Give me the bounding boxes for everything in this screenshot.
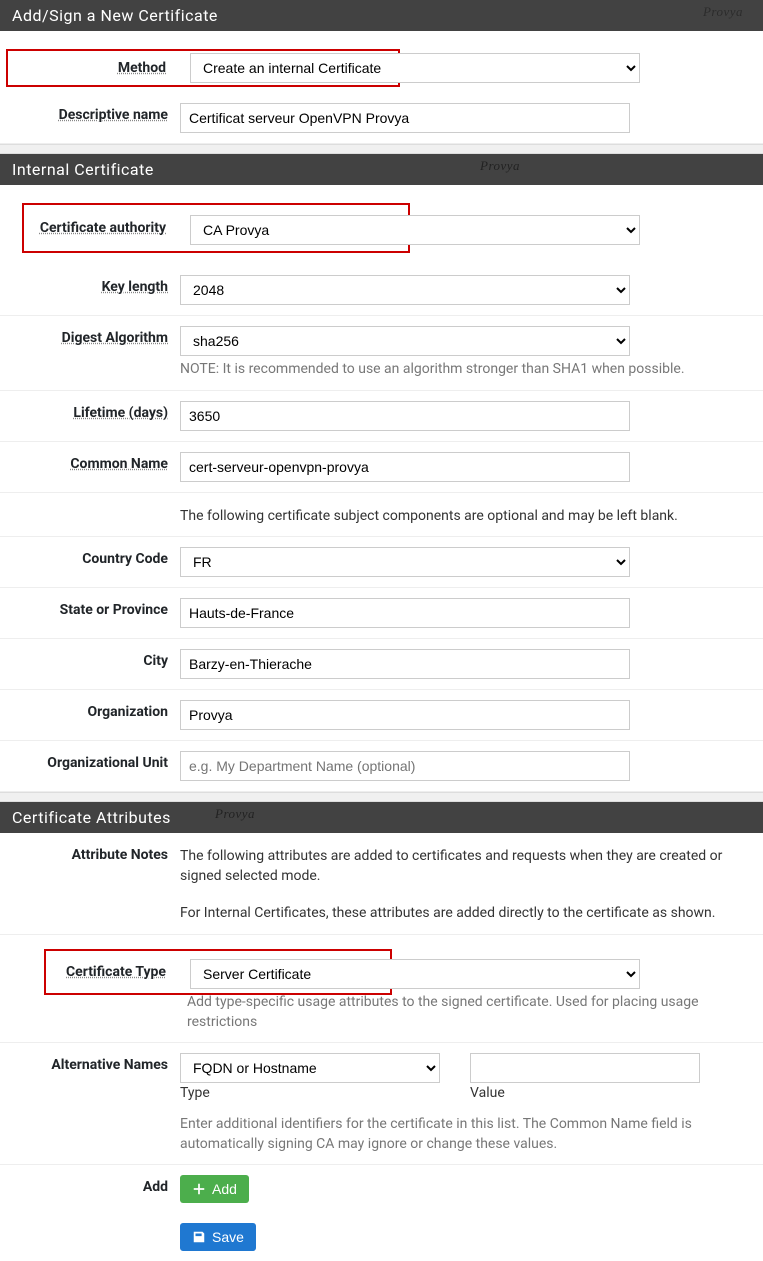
panel-title: Add/Sign a New Certificate xyxy=(12,6,218,25)
lifetime-label: Lifetime (days) xyxy=(73,405,168,421)
digest-label: Digest Algorithm xyxy=(62,330,168,346)
country-label: Country Code xyxy=(82,551,168,567)
ou-label: Organizational Unit xyxy=(47,755,168,771)
save-button-label: Save xyxy=(212,1229,244,1245)
cert-type-select[interactable]: Server Certificate xyxy=(190,959,640,989)
cert-type-help: Add type-specific usage attributes to th… xyxy=(187,993,763,1032)
descriptive-name-input[interactable] xyxy=(180,103,630,133)
digest-note: NOTE: It is recommended to use an algori… xyxy=(180,360,753,380)
common-name-label: Common Name xyxy=(70,456,168,472)
watermark-text: Provya xyxy=(703,4,743,20)
ca-select[interactable]: CA Provya xyxy=(190,215,640,245)
common-name-input[interactable] xyxy=(180,452,630,482)
optional-note: The following certificate subject compon… xyxy=(180,507,753,527)
panel-header-internal-cert: Internal Certificate Provya xyxy=(0,154,763,185)
add-row-label: Add xyxy=(143,1179,168,1195)
descriptive-name-label: Descriptive name xyxy=(59,107,168,123)
city-input[interactable] xyxy=(180,649,630,679)
watermark-text: Provya xyxy=(215,806,255,822)
lifetime-input[interactable] xyxy=(180,401,630,431)
save-icon xyxy=(192,1230,206,1244)
add-button[interactable]: Add xyxy=(180,1175,249,1203)
keylength-label: Key length xyxy=(102,279,168,295)
attr-notes-label: Attribute Notes xyxy=(72,847,168,863)
state-input[interactable] xyxy=(180,598,630,628)
altnames-help: Enter additional identifiers for the cer… xyxy=(180,1115,753,1154)
panel-title: Internal Certificate xyxy=(12,160,154,179)
panel-title: Certificate Attributes xyxy=(12,808,171,827)
attr-notes-2: For Internal Certificates, these attribu… xyxy=(180,904,753,924)
city-label: City xyxy=(143,653,168,669)
digest-select[interactable]: sha256 xyxy=(180,326,630,356)
panel-header-add-sign: Add/Sign a New Certificate Provya xyxy=(0,0,763,31)
altnames-type-select[interactable]: FQDN or Hostname xyxy=(180,1053,440,1083)
country-select[interactable]: FR xyxy=(180,547,630,577)
plus-icon xyxy=(192,1182,206,1196)
org-label: Organization xyxy=(88,704,169,720)
altnames-type-sublabel: Type xyxy=(180,1085,440,1101)
panel-header-cert-attrs: Certificate Attributes Provya xyxy=(0,802,763,833)
altnames-value-input[interactable] xyxy=(470,1053,700,1083)
altnames-value-sublabel: Value xyxy=(470,1085,700,1101)
section-spacer xyxy=(0,144,763,154)
ou-input[interactable] xyxy=(180,751,630,781)
state-label: State or Province xyxy=(60,602,168,618)
section-spacer xyxy=(0,792,763,802)
keylength-select[interactable]: 2048 xyxy=(180,275,630,305)
watermark-text: Provya xyxy=(480,158,520,174)
save-button[interactable]: Save xyxy=(180,1223,256,1251)
attr-notes-1: The following attributes are added to ce… xyxy=(180,847,753,886)
add-button-label: Add xyxy=(212,1181,237,1197)
altnames-label: Alternative Names xyxy=(51,1057,168,1073)
org-input[interactable] xyxy=(180,700,630,730)
method-select-full[interactable]: Create an internal Certificate xyxy=(190,53,640,83)
